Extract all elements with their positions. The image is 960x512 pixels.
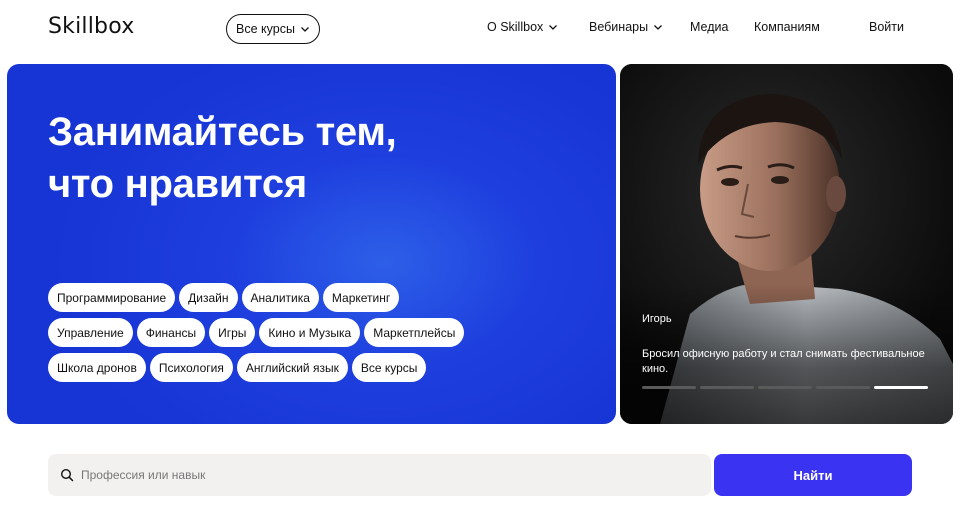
- chip-management[interactable]: Управление: [48, 318, 133, 347]
- hero-title-line: что нравится: [48, 162, 307, 206]
- all-courses-button[interactable]: Все курсы: [226, 14, 320, 44]
- search-bar: [48, 454, 711, 496]
- hero-title: Занимайтесь тем, что нравится: [48, 106, 397, 210]
- nav-item-webinars[interactable]: Вебинары: [589, 20, 663, 34]
- progress-segment-active[interactable]: [874, 386, 928, 389]
- progress-segment[interactable]: [642, 386, 696, 389]
- chip-games[interactable]: Игры: [209, 318, 256, 347]
- progress-segment[interactable]: [816, 386, 870, 389]
- chip-row: Школа дронов Психология Английский язык …: [48, 353, 508, 382]
- nav-item-label: Медиа: [690, 20, 729, 34]
- nav-item-about[interactable]: О Skillbox: [487, 20, 558, 34]
- chip-all-courses[interactable]: Все курсы: [351, 353, 427, 382]
- site-header: Skillbox Все курсы О Skillbox Вебинары М…: [0, 0, 960, 60]
- chip-marketplaces[interactable]: Маркетплейсы: [364, 318, 465, 347]
- login-link[interactable]: Войти: [869, 20, 904, 34]
- chip-marketing[interactable]: Маркетинг: [322, 283, 400, 312]
- chip-row: Управление Финансы Игры Кино и Музыка Ма…: [48, 318, 508, 347]
- login-label: Войти: [869, 20, 904, 34]
- hero-title-line: Занимайтесь тем,: [48, 110, 397, 154]
- chip-psychology[interactable]: Психология: [149, 353, 233, 382]
- all-courses-label: Все курсы: [236, 22, 295, 36]
- progress-segment[interactable]: [700, 386, 754, 389]
- chip-analytics[interactable]: Аналитика: [241, 283, 319, 312]
- student-story-card[interactable]: Игорь Бросил офисную работу и стал снима…: [620, 64, 953, 424]
- story-progress: [642, 386, 928, 389]
- nav-item-media[interactable]: Медиа: [690, 20, 728, 34]
- chevron-down-icon: [548, 22, 558, 32]
- skillbox-logo[interactable]: Skillbox: [48, 14, 134, 39]
- nav-item-label: О Skillbox: [487, 20, 544, 34]
- progress-segment[interactable]: [758, 386, 812, 389]
- hero-banner: Занимайтесь тем, что нравится Программир…: [7, 64, 616, 424]
- chip-programming[interactable]: Программирование: [48, 283, 176, 312]
- nav-item-label: Вебинары: [589, 20, 649, 34]
- search-input[interactable]: [81, 454, 711, 496]
- nav-item-companies[interactable]: Компаниям: [754, 20, 820, 34]
- category-chips: Программирование Дизайн Аналитика Маркет…: [48, 283, 508, 388]
- chevron-down-icon: [653, 22, 663, 32]
- chip-finance[interactable]: Финансы: [136, 318, 206, 347]
- chip-cinema-music[interactable]: Кино и Музыка: [259, 318, 361, 347]
- student-name: Игорь: [642, 313, 672, 325]
- chip-drone-school[interactable]: Школа дронов: [48, 353, 146, 382]
- search-icon: [60, 468, 74, 482]
- nav-item-label: Компаниям: [754, 20, 820, 34]
- search-button[interactable]: Найти: [714, 454, 912, 496]
- chip-row: Программирование Дизайн Аналитика Маркет…: [48, 283, 508, 312]
- chevron-down-icon: [300, 24, 310, 34]
- chip-design[interactable]: Дизайн: [179, 283, 238, 312]
- chip-english[interactable]: Английский язык: [236, 353, 348, 382]
- student-quote: Бросил офисную работу и стал снимать фес…: [642, 348, 925, 375]
